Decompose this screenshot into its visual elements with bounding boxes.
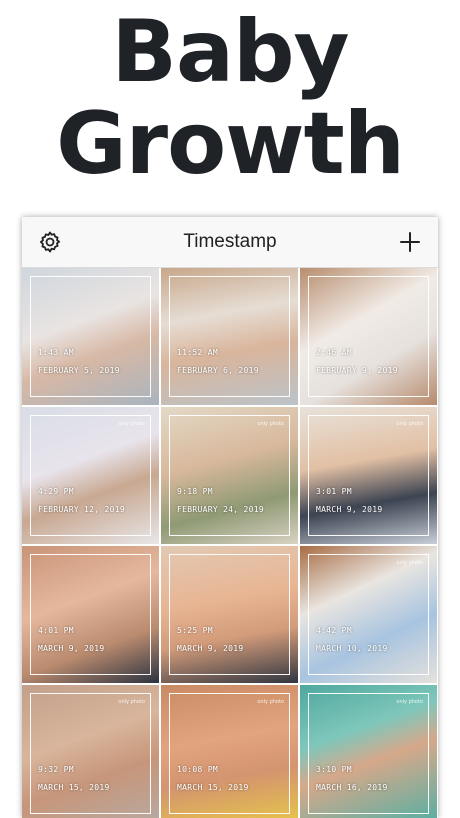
photo-frame	[308, 554, 429, 675]
photo-watermark: only photo	[118, 699, 145, 705]
photo-tile-6[interactable]: only photo 3:01 PM MARCH 9, 2019	[300, 407, 437, 544]
photo-time: 5:25 PM	[177, 626, 213, 635]
photo-watermark: only photo	[257, 421, 284, 427]
app-screen: Timestamp 1:43 AM FEBRUARY 5, 2019 11:52…	[22, 217, 438, 818]
photo-tile-3[interactable]: 2:46 AM FEBRUARY 9, 2019	[300, 268, 437, 405]
photo-watermark: only photo	[257, 699, 284, 705]
photo-date: MARCH 9, 2019	[38, 644, 105, 653]
photo-frame	[169, 554, 290, 675]
photo-frame	[308, 276, 429, 397]
photo-date: FEBRUARY 24, 2019	[177, 505, 264, 514]
plus-icon[interactable]	[398, 230, 422, 254]
photo-time: 4:01 PM	[38, 626, 74, 635]
photo-time: 10:08 PM	[177, 765, 218, 774]
photo-time: 1:43 AM	[38, 348, 74, 357]
photo-date: MARCH 10, 2019	[316, 644, 388, 653]
photo-tile-11[interactable]: only photo 10:08 PM MARCH 15, 2019	[161, 685, 298, 818]
gear-icon[interactable]	[38, 230, 62, 254]
photo-frame	[169, 415, 290, 536]
photo-frame	[308, 693, 429, 814]
photo-frame	[30, 276, 151, 397]
photo-tile-4[interactable]: only photo 4:29 PM FEBRUARY 12, 2019	[22, 407, 159, 544]
photo-frame	[169, 693, 290, 814]
photo-frame	[30, 415, 151, 536]
photo-frame	[30, 693, 151, 814]
photo-date: MARCH 15, 2019	[38, 783, 110, 792]
photo-time: 3:10 PM	[316, 765, 352, 774]
photo-time: 3:01 PM	[316, 487, 352, 496]
photo-tile-2[interactable]: 11:52 AM FEBRUARY 6, 2019	[161, 268, 298, 405]
photo-watermark: only photo	[396, 560, 423, 566]
photo-date: FEBRUARY 9, 2019	[316, 366, 398, 375]
photo-date: FEBRUARY 6, 2019	[177, 366, 259, 375]
nav-title: Timestamp	[183, 231, 277, 252]
photo-grid: 1:43 AM FEBRUARY 5, 2019 11:52 AM FEBRUA…	[22, 268, 438, 818]
photo-date: FEBRUARY 5, 2019	[38, 366, 120, 375]
photo-time: 9:18 PM	[177, 487, 213, 496]
photo-time: 4:29 PM	[38, 487, 74, 496]
photo-frame	[308, 415, 429, 536]
photo-time: 4:42 PM	[316, 626, 352, 635]
photo-tile-9[interactable]: only photo 4:42 PM MARCH 10, 2019	[300, 546, 437, 683]
photo-time: 2:46 AM	[316, 348, 352, 357]
photo-watermark: only photo	[118, 421, 145, 427]
photo-date: FEBRUARY 12, 2019	[38, 505, 125, 514]
photo-time: 9:32 PM	[38, 765, 74, 774]
photo-date: MARCH 16, 2019	[316, 783, 388, 792]
photo-time: 11:52 AM	[177, 348, 218, 357]
photo-date: MARCH 9, 2019	[177, 644, 244, 653]
photo-tile-8[interactable]: 5:25 PM MARCH 9, 2019	[161, 546, 298, 683]
photo-frame	[169, 276, 290, 397]
photo-tile-10[interactable]: only photo 9:32 PM MARCH 15, 2019	[22, 685, 159, 818]
photo-tile-5[interactable]: only photo 9:18 PM FEBRUARY 24, 2019	[161, 407, 298, 544]
nav-bar: Timestamp	[22, 217, 438, 268]
photo-watermark: only photo	[396, 421, 423, 427]
photo-frame	[30, 554, 151, 675]
photo-date: MARCH 15, 2019	[177, 783, 249, 792]
photo-tile-7[interactable]: 4:01 PM MARCH 9, 2019	[22, 546, 159, 683]
headline: Baby Growth	[0, 6, 460, 190]
headline-line-2: Growth	[56, 94, 405, 194]
headline-line-1: Baby	[111, 2, 349, 102]
photo-tile-12[interactable]: only photo 3:10 PM MARCH 16, 2019	[300, 685, 437, 818]
photo-tile-1[interactable]: 1:43 AM FEBRUARY 5, 2019	[22, 268, 159, 405]
photo-watermark: only photo	[396, 699, 423, 705]
photo-date: MARCH 9, 2019	[316, 505, 383, 514]
